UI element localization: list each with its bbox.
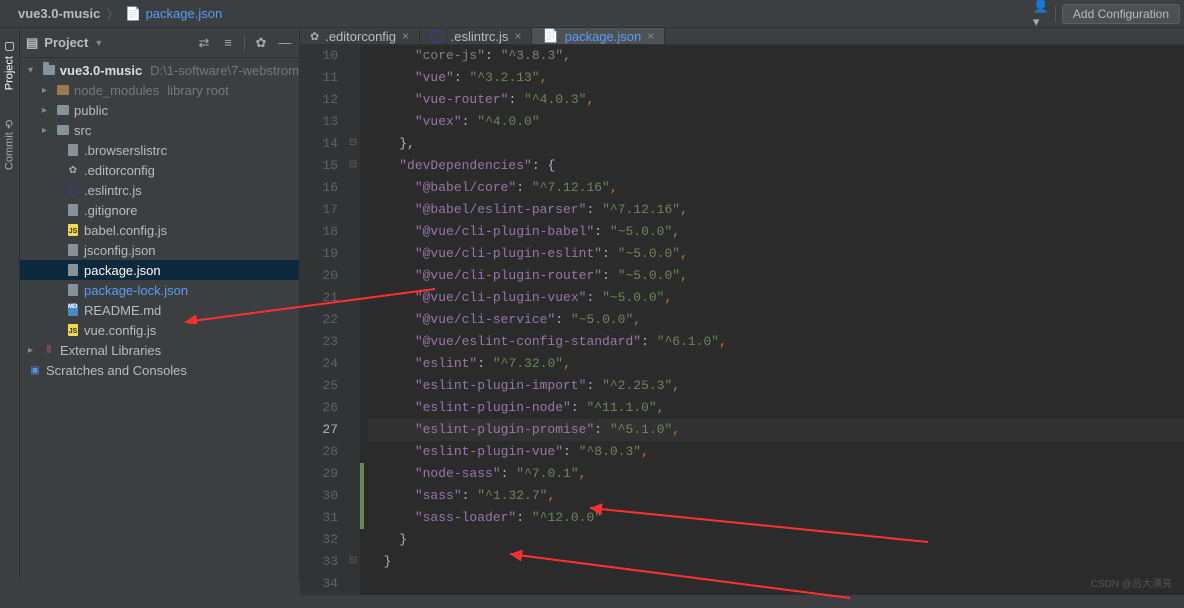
tree-babel[interactable]: JS babel.config.js: [20, 220, 299, 240]
json-icon: 📄: [125, 6, 141, 22]
breadcrumb-file[interactable]: 📄 package.json: [125, 6, 222, 22]
markdown-icon: MD: [66, 303, 80, 317]
breadcrumb[interactable]: vue3.0-music 〉 📄 package.json: [4, 4, 222, 23]
rail-tab-project[interactable]: Project▢: [3, 40, 16, 90]
add-configuration-button[interactable]: Add Configuration: [1062, 4, 1180, 24]
tree-node-modules[interactable]: ▸ node_modules library root: [20, 80, 299, 100]
tree-jsconfig[interactable]: jsconfig.json: [20, 240, 299, 260]
divider: [1055, 6, 1056, 22]
chevron-right-icon: 〉: [106, 4, 119, 23]
json-icon: [66, 243, 80, 257]
chevron-down-icon: ▾: [28, 65, 38, 76]
code-editor[interactable]: 1011121314151617181920212223242526272829…: [300, 45, 1184, 595]
scratches-icon: ▣: [28, 363, 42, 377]
panel-title[interactable]: ▤ Project ▼: [26, 35, 103, 51]
chevron-right-icon: ▸: [42, 125, 52, 136]
select-opened-file-icon[interactable]: ⇄: [196, 35, 212, 51]
folder-icon: ▢: [3, 40, 16, 53]
tree-package-lock[interactable]: package-lock.json: [20, 280, 299, 300]
gear-icon: ✿: [310, 30, 319, 43]
folder-icon: [56, 123, 70, 137]
js-icon: JS: [66, 223, 80, 237]
breadcrumb-root[interactable]: vue3.0-music: [18, 6, 100, 21]
watermark: CSDN @吕大漂亮: [1091, 575, 1172, 590]
close-icon[interactable]: ×: [514, 29, 521, 43]
git-icon: [66, 203, 80, 217]
tree-src[interactable]: ▸ src: [20, 120, 299, 140]
gear-icon: ✿: [66, 163, 80, 177]
eslint-icon: ◯: [430, 28, 445, 44]
project-icon: ▤: [26, 35, 38, 51]
gear-icon[interactable]: ✿: [253, 35, 269, 51]
hide-icon[interactable]: —: [277, 35, 293, 51]
chevron-right-icon: ▸: [42, 85, 52, 96]
json-icon: 📄: [542, 28, 558, 44]
project-tree[interactable]: ▾ vue3.0-music D:\1-software\7-webstrom …: [20, 58, 299, 580]
tree-root[interactable]: ▾ vue3.0-music D:\1-software\7-webstrom: [20, 60, 299, 80]
chevron-down-icon: ▼: [94, 38, 103, 48]
tree-external-libraries[interactable]: ▸ ⫴ External Libraries: [20, 340, 299, 360]
close-icon[interactable]: ×: [647, 29, 654, 43]
user-add-icon[interactable]: 👤▾: [1033, 6, 1049, 22]
commit-icon: ⟲: [3, 120, 16, 129]
tab-package-json[interactable]: 📄 package.json ×: [532, 28, 665, 44]
chevron-right-icon: ▸: [28, 345, 38, 356]
tree-readme[interactable]: MD README.md: [20, 300, 299, 320]
tree-public[interactable]: ▸ public: [20, 100, 299, 120]
tree-browserslistrc[interactable]: .browserslistrc: [20, 140, 299, 160]
library-icon: ⫴: [42, 343, 56, 357]
tree-scratches[interactable]: ▣ Scratches and Consoles: [20, 360, 299, 380]
tree-gitignore[interactable]: .gitignore: [20, 200, 299, 220]
tree-package-json[interactable]: package.json: [20, 260, 299, 280]
folder-icon: [42, 63, 56, 77]
tree-editorconfig[interactable]: ✿ .editorconfig: [20, 160, 299, 180]
tree-vueconfig[interactable]: JS vue.config.js: [20, 320, 299, 340]
editor-tabs: ✿ .editorconfig × ◯ .eslintrc.js × 📄 pac…: [300, 28, 1184, 45]
tree-eslintrc[interactable]: ◯ .eslintrc.js: [20, 180, 299, 200]
js-icon: JS: [66, 323, 80, 337]
expand-all-icon[interactable]: ≡: [220, 35, 236, 51]
folder-icon: [56, 83, 70, 97]
folder-icon: [56, 103, 70, 117]
json-icon: [66, 283, 80, 297]
eslint-icon: ◯: [66, 183, 80, 197]
tab-eslintrc[interactable]: ◯ .eslintrc.js ×: [420, 28, 532, 44]
json-icon: [66, 263, 80, 277]
rail-tab-commit[interactable]: Commit⟲: [3, 120, 16, 170]
file-icon: [66, 143, 80, 157]
chevron-right-icon: ▸: [42, 105, 52, 116]
tab-editorconfig[interactable]: ✿ .editorconfig ×: [300, 28, 420, 44]
close-icon[interactable]: ×: [402, 29, 409, 43]
